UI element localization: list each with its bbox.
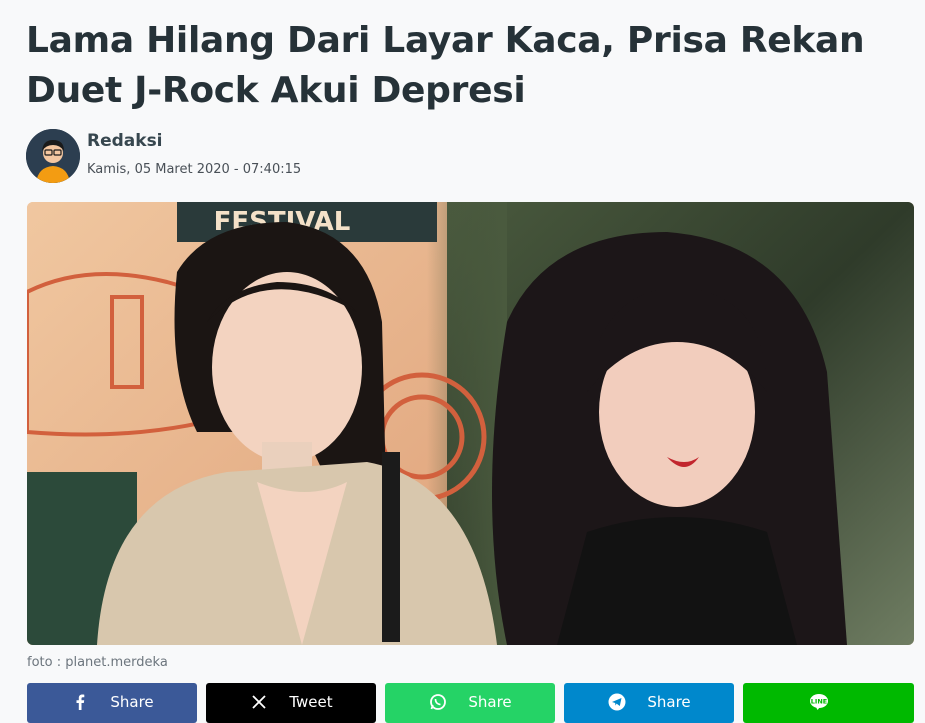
x-tweet-button[interactable]: Tweet — [206, 683, 376, 723]
x-icon — [249, 694, 269, 710]
line-icon: LINE — [809, 693, 829, 711]
x-tweet-label: Tweet — [289, 692, 333, 711]
line-share-button[interactable]: LINE — [743, 683, 914, 723]
share-bar: Share Tweet Share Share LINE — [27, 683, 914, 723]
author-avatar[interactable] — [26, 129, 80, 183]
telegram-share-button[interactable]: Share — [564, 683, 734, 723]
facebook-icon — [70, 694, 90, 710]
article-title: Lama Hilang Dari Layar Kaca, Prisa Rekan… — [26, 20, 865, 111]
whatsapp-share-button[interactable]: Share — [385, 683, 555, 723]
photo-caption: foto : planet.merdeka — [27, 655, 168, 670]
svg-text:LINE: LINE — [810, 697, 826, 705]
featured-photo: FESTIVAL — [27, 202, 914, 645]
post-date: Kamis, 05 Maret 2020 - 07:40:15 — [87, 162, 302, 177]
telegram-icon — [607, 693, 627, 711]
facebook-share-button[interactable]: Share — [27, 683, 197, 723]
telegram-share-label: Share — [647, 692, 691, 711]
facebook-share-label: Share — [110, 692, 154, 711]
whatsapp-icon — [428, 693, 448, 711]
whatsapp-share-label: Share — [468, 692, 512, 711]
avatar-illustration — [26, 129, 80, 183]
author-name[interactable]: Redaksi — [87, 131, 163, 151]
